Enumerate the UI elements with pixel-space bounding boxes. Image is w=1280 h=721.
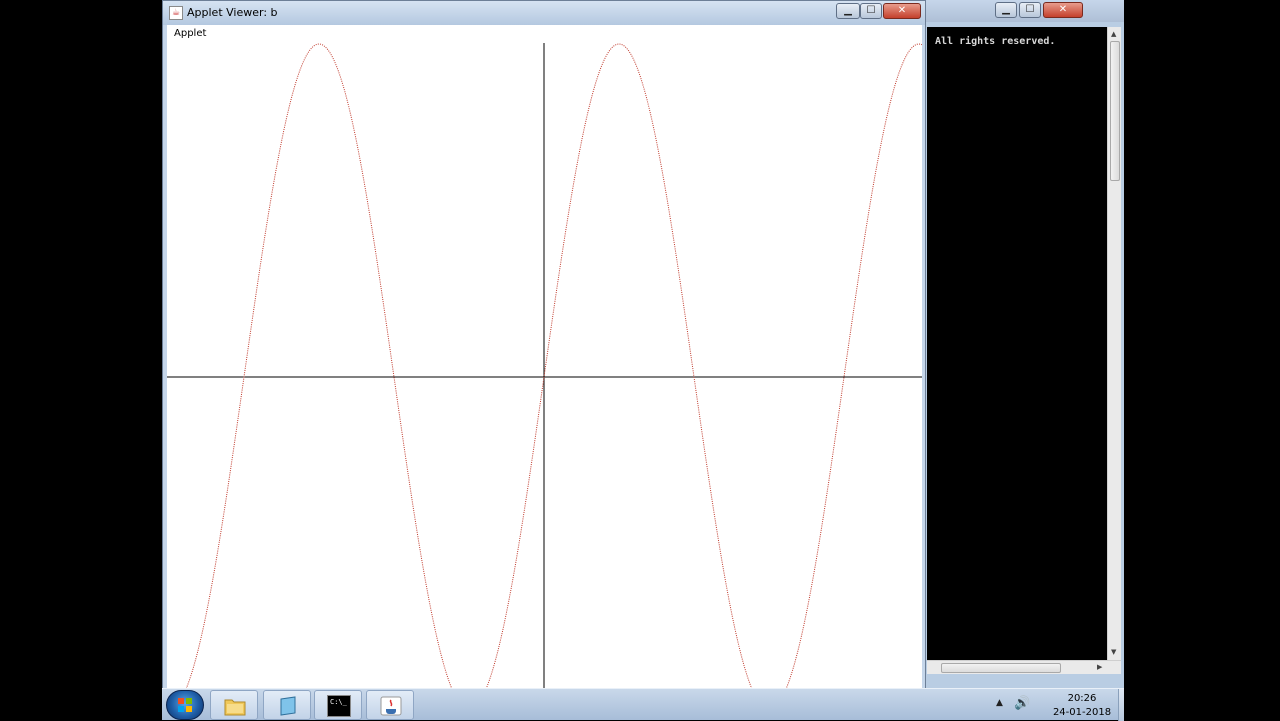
maximize-button[interactable]: ☐ bbox=[860, 3, 882, 19]
console-minimize-button[interactable]: ▁ bbox=[995, 2, 1017, 18]
scroll-down-icon[interactable]: ▼ bbox=[1111, 647, 1116, 657]
clock-date[interactable]: 24-01-2018 bbox=[1052, 707, 1112, 718]
scroll-up-icon[interactable]: ▲ bbox=[1111, 29, 1116, 39]
console-titlebar[interactable]: ▁ ☐ ✕ bbox=[925, 0, 1124, 22]
applet-status-label: Applet bbox=[174, 28, 207, 39]
console-horizontal-scroll-thumb[interactable] bbox=[941, 663, 1061, 673]
minimize-button[interactable]: ▁ bbox=[836, 3, 860, 19]
java-icon bbox=[379, 695, 403, 717]
show-desktop-button[interactable] bbox=[1118, 689, 1124, 721]
scroll-right-icon[interactable]: ▶ bbox=[1097, 662, 1102, 672]
taskbar: C:\_ ▲ 🔊 20:26 24-01-2018 bbox=[162, 688, 1124, 721]
sine-wave-plot bbox=[167, 43, 922, 690]
window-title: Applet Viewer: b bbox=[187, 6, 278, 19]
console-window[interactable]: ▁ ☐ ✕ All rights reserved. ▲ ▼ ▶ bbox=[924, 0, 1124, 690]
console-output[interactable]: All rights reserved. bbox=[927, 27, 1107, 660]
taskbar-item-explorer[interactable] bbox=[210, 690, 258, 720]
taskbar-item-java[interactable] bbox=[366, 690, 414, 720]
applet-canvas[interactable]: Applet bbox=[167, 25, 922, 690]
console-close-button[interactable]: ✕ bbox=[1043, 2, 1083, 18]
console-horizontal-scrollbar[interactable]: ▶ bbox=[927, 660, 1121, 674]
desktop: ▁ ☐ ✕ All rights reserved. ▲ ▼ ▶ ☕ Apple… bbox=[162, 0, 1124, 690]
taskbar-item-notepad[interactable] bbox=[263, 690, 311, 720]
applet-viewer-window[interactable]: ☕ Applet Viewer: b ▁ ☐ ✕ Applet bbox=[162, 0, 926, 690]
java-cup-icon: ☕ bbox=[169, 6, 183, 20]
system-tray: ▲ 🔊 20:26 24-01-2018 bbox=[996, 689, 1116, 721]
taskbar-item-command-prompt[interactable]: C:\_ bbox=[314, 690, 362, 720]
windows-logo-icon bbox=[177, 697, 193, 713]
close-button[interactable]: ✕ bbox=[883, 3, 921, 19]
volume-icon[interactable]: 🔊 bbox=[1014, 696, 1030, 711]
cmd-icon: C:\_ bbox=[327, 695, 351, 717]
console-line: All rights reserved. bbox=[935, 36, 1056, 47]
show-hidden-icons-icon[interactable]: ▲ bbox=[996, 698, 1003, 708]
console-maximize-button[interactable]: ☐ bbox=[1019, 2, 1041, 18]
start-button[interactable] bbox=[166, 690, 204, 720]
console-vertical-scroll-thumb[interactable] bbox=[1110, 41, 1120, 181]
applet-titlebar[interactable]: ☕ Applet Viewer: b ▁ ☐ ✕ bbox=[163, 1, 925, 25]
clock-time[interactable]: 20:26 bbox=[1052, 693, 1112, 704]
folder-icon bbox=[223, 695, 247, 717]
console-vertical-scrollbar[interactable]: ▲ ▼ bbox=[1107, 27, 1121, 660]
notepad-icon bbox=[276, 695, 300, 717]
